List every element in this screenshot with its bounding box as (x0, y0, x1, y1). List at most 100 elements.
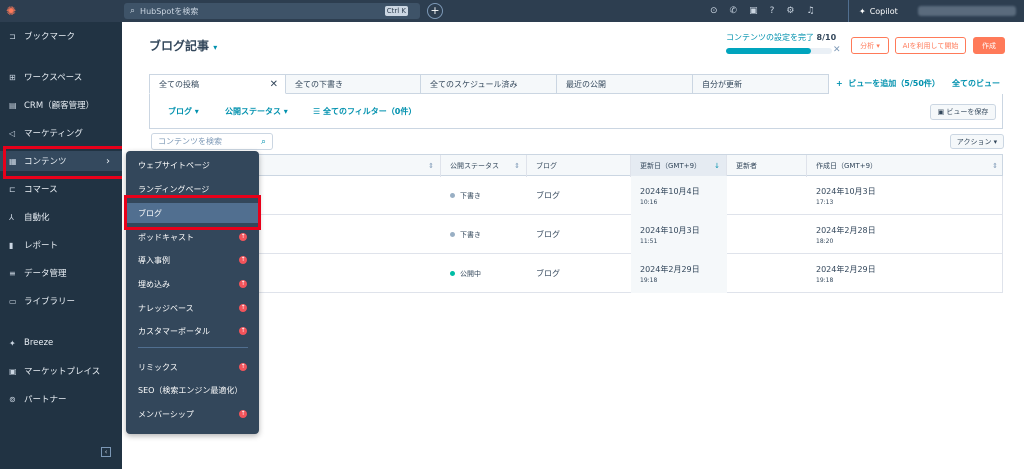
row-updated-cell: 2024年10月3日 11:51 (631, 215, 727, 254)
table-row[interactable]: 公開中 ブログ 2024年2月29日 19:18 2024年2月29日 19:18 (150, 254, 1003, 293)
submenu-item[interactable]: 導入事例 ↑ (126, 250, 259, 270)
created-time: 17:13 (816, 198, 834, 206)
highlight-box-content (3, 146, 125, 179)
sidebar-item-breeze[interactable]: ✦ Breeze (0, 333, 122, 353)
submenu-item[interactable]: ポッドキャスト ↑ (126, 227, 259, 247)
column-header-blog[interactable]: ブログ (527, 155, 631, 177)
column-header-status[interactable]: 公開ステータス ⇕ (441, 155, 527, 177)
column-header-updated[interactable]: 更新日（GMT+9） ↓ (631, 155, 727, 177)
column-header-created[interactable]: 作成日（GMT+9） ⇕ (807, 155, 1004, 177)
all-filters-button[interactable]: ☰ 全てのフィルター（0件） (313, 106, 416, 117)
submenu-item[interactable]: ナレッジベース ↑ (126, 298, 259, 318)
tab-all-scheduled[interactable]: 全てのスケジュール済み (421, 74, 557, 94)
created-date: 2024年2月28日 (816, 225, 876, 235)
blog-filter-dropdown[interactable]: ブログ ▾ (168, 106, 199, 117)
help-icon[interactable]: ? (770, 6, 775, 16)
quick-create-button[interactable]: + (427, 3, 443, 19)
sidebar-item-marketing[interactable]: ◁ マーケティング (0, 123, 122, 143)
sidebar-item-label: レポート (24, 241, 59, 251)
submenu-item-label: メンバーシップ (138, 409, 194, 419)
upgrade-arrow-icon: ↑ (239, 233, 247, 241)
analyze-button[interactable]: 分析 ▾ (851, 37, 889, 54)
submenu-item-label: リミックス (138, 362, 178, 372)
collapse-sidebar-button[interactable]: ‹ (101, 447, 111, 457)
tab-all-posts[interactable]: 全ての投稿 ✕ (149, 74, 286, 94)
main-sidebar: ⊐ ブックマーク ⊞ ワークスペース ▤ CRM（顧客管理） ◁ マーケティング ▦ コン… (0, 22, 122, 469)
sidebar-item-data-management[interactable]: ≡ データ管理 (0, 263, 122, 283)
submenu-item[interactable]: 埋め込み ↑ (126, 274, 259, 294)
marketplace-icon[interactable]: ▣ (749, 6, 758, 16)
sidebar-item-crm[interactable]: ▤ CRM（顧客管理） (0, 95, 122, 115)
blurred-user (736, 230, 807, 239)
status-dot-icon (450, 232, 455, 237)
row-created-cell: 2024年10月3日 17:13 (807, 176, 1004, 215)
sidebar-item-marketplace[interactable]: ▣ マーケットプレイス (0, 361, 122, 381)
table-row[interactable]: 下書き ブログ 2024年10月4日 10:16 2024年10月3日 17:13 (150, 176, 1003, 215)
create-button[interactable]: 作成 (973, 37, 1005, 54)
save-view-label: ビューを保存 (946, 108, 989, 116)
submenu-item[interactable]: リミックス ↑ (126, 357, 259, 377)
submenu-item[interactable]: カスタマーポータル ↑ (126, 321, 259, 341)
submenu-item-label: 導入事例 (138, 255, 170, 265)
content-search-input[interactable]: コンテンツを検索 ⌕ (151, 133, 273, 150)
global-search-input[interactable]: ⌕ HubSpotを検索 Ctrl K (124, 3, 420, 19)
calling-icon[interactable]: ✆ (730, 6, 738, 16)
submenu-item[interactable]: メンバーシップ ↑ (126, 404, 259, 424)
sidebar-item-bookmarks[interactable]: ⊐ ブックマーク (0, 26, 122, 46)
table-row[interactable]: 下書き ブログ 2024年10月3日 11:51 2024年2月28日 18:20 (150, 215, 1003, 254)
close-tab-icon[interactable]: ✕ (270, 79, 278, 90)
copilot-sparkle-icon: ✦ (859, 6, 866, 16)
filter-label: 公開ステータス (225, 107, 281, 116)
content-search-placeholder: コンテンツを検索 (158, 137, 222, 146)
search-shortcut-badge: Ctrl K (384, 6, 408, 16)
sidebar-item-commerce[interactable]: ⊏ コマース (0, 179, 122, 199)
sidebar-item-partner[interactable]: ⊚ パートナー (0, 389, 122, 409)
submenu-item[interactable]: ウェブサイトページ (126, 155, 259, 175)
sidebar-item-label: Breeze (24, 338, 54, 348)
sidebar-item-reports[interactable]: ▮ レポート (0, 235, 122, 255)
copilot-label: Copilot (869, 6, 898, 16)
add-view-button[interactable]: + ビューを追加（5/50件） (836, 78, 940, 89)
setup-progress-label[interactable]: コンテンツの設定を完了 8/10 (726, 32, 836, 43)
tab-updated-by-me[interactable]: 自分が更新 (693, 74, 829, 94)
save-view-button[interactable]: ▣ ビューを保存 (930, 104, 996, 120)
sidebar-item-library[interactable]: ▭ ライブラリー (0, 291, 122, 311)
column-label: 更新者 (736, 162, 757, 170)
submenu-item-label: ナレッジベース (138, 303, 194, 313)
column-label: 公開ステータス (450, 162, 499, 170)
column-header-updated-by[interactable]: 更新者 (727, 155, 807, 177)
sidebar-item-workspace[interactable]: ⊞ ワークスペース (0, 67, 122, 87)
tab-recently-published[interactable]: 最近の公開 (557, 74, 693, 94)
chevron-down-icon: ▾ (213, 43, 218, 52)
status-filter-dropdown[interactable]: 公開ステータス ▾ (225, 106, 288, 117)
all-views-link[interactable]: 全てのビュー (952, 78, 1000, 89)
actions-label: アクション (956, 137, 992, 146)
sidebar-item-label: コマース (24, 185, 58, 195)
status-dot-icon (450, 271, 455, 276)
data-icon: ≡ (9, 268, 16, 278)
global-search-placeholder: HubSpotを検索 (140, 6, 199, 16)
actions-dropdown[interactable]: アクション ▾ (950, 134, 1004, 149)
submenu-item[interactable]: SEO（検索エンジン最適化） (126, 380, 259, 400)
upgrade-arrow-icon: ↑ (239, 327, 247, 335)
tab-all-drafts[interactable]: 全ての下書き (286, 74, 421, 94)
page-title[interactable]: ブログ記事 ▾ (149, 37, 217, 54)
ai-start-label: AIを利用して開始 (902, 41, 959, 50)
created-time: 19:18 (816, 276, 834, 284)
column-label: 作成日（GMT+9） (816, 162, 878, 170)
settings-gear-icon[interactable]: ⚙ (786, 6, 794, 16)
created-time: 18:20 (816, 237, 834, 245)
account-menu[interactable] (918, 6, 1016, 16)
hubspot-logo-icon[interactable]: ✺ (0, 0, 22, 22)
copilot-button[interactable]: ✦ Copilot (848, 0, 898, 22)
sidebar-item-label: ライブラリー (24, 297, 76, 307)
status-text: 下書き (460, 191, 481, 200)
close-icon[interactable]: ✕ (833, 45, 841, 55)
notifications-bell-icon[interactable]: ♫ (806, 6, 814, 16)
filter-label: 全てのフィルター（0件） (322, 107, 417, 116)
sidebar-item-automation[interactable]: ⅄ 自動化 (0, 207, 122, 227)
setup-progress-bar (726, 48, 832, 54)
ai-start-button[interactable]: AIを利用して開始 (895, 37, 966, 54)
tab-label: 全ての下書き (295, 79, 343, 89)
upgrade-icon[interactable]: ⊙ (710, 6, 718, 16)
